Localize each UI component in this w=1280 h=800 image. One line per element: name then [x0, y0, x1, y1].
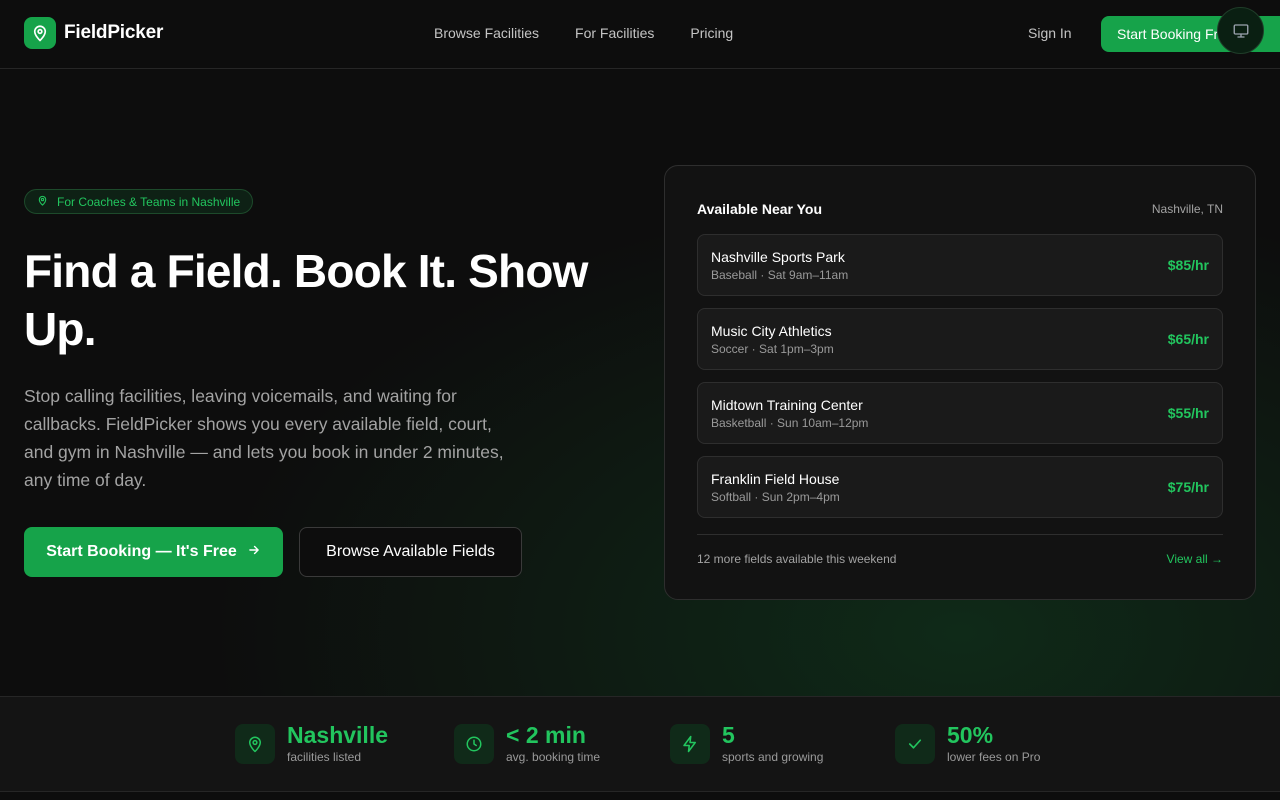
card-title: Available Near You	[697, 201, 823, 217]
available-fields-card: Available Near You Nashville, TN Nashvil…	[664, 165, 1256, 600]
nav-links: Browse Facilities For Facilities Pricing	[434, 25, 733, 41]
facility-name: Midtown Training Center	[711, 397, 863, 413]
facility-item[interactable]: Nashville Sports Park Baseball · Sat 9am…	[697, 234, 1223, 296]
facility-price: $85/hr	[1167, 257, 1209, 273]
facility-name: Music City Athletics	[711, 323, 832, 339]
start-booking-label: Start Booking — It's Free	[46, 543, 237, 560]
facility-price: $65/hr	[1167, 331, 1209, 347]
facility-meta: Softball · Sun 2pm–4pm	[711, 490, 840, 504]
hero-description: Stop calling facilities, leaving voicema…	[24, 386, 504, 490]
stat-label: avg. booking time	[506, 750, 601, 764]
stat-fees: 50% lower fees on Pro	[895, 723, 1040, 764]
check-icon	[895, 723, 935, 764]
facility-meta: Baseball · Sat 9am–11am	[711, 268, 849, 282]
stat-value: Nashville	[287, 722, 388, 748]
stat-value: < 2 min	[506, 722, 586, 748]
sign-in-link[interactable]: Sign In	[1028, 25, 1072, 41]
stat-label: facilities listed	[287, 750, 362, 764]
badge-text: For Coaches & Teams in Nashville	[57, 194, 241, 209]
facility-item[interactable]: Midtown Training Center Basketball · Sun…	[697, 382, 1223, 444]
stat-booking-time: < 2 min avg. booking time	[454, 723, 600, 764]
monitor-icon[interactable]	[1217, 7, 1264, 54]
map-pin-icon	[37, 195, 48, 209]
top-nav: FieldPicker Browse Facilities For Facili…	[0, 0, 1280, 69]
nav-link-for-facilities[interactable]: For Facilities	[575, 25, 654, 41]
stat-value: 50%	[947, 722, 994, 748]
hero-headline: Find a Field. Book It. Show Up.	[24, 245, 588, 355]
facility-meta: Basketball · Sun 10am–12pm	[711, 416, 869, 430]
audience-badge: For Coaches & Teams in Nashville	[24, 189, 254, 214]
clock-icon	[454, 723, 494, 764]
stat-facilities: Nashville facilities listed	[235, 723, 388, 764]
card-divider	[697, 534, 1223, 535]
facility-price: $55/hr	[1167, 405, 1209, 421]
map-pin-icon	[24, 17, 56, 49]
bottom-strip	[0, 792, 1280, 800]
lightning-icon	[670, 723, 710, 764]
map-pin-icon	[235, 723, 275, 764]
nav-link-pricing[interactable]: Pricing	[690, 25, 733, 41]
facility-name: Nashville Sports Park	[711, 249, 845, 265]
stat-label: sports and growing	[722, 750, 824, 764]
facility-price: $75/hr	[1167, 479, 1209, 495]
nav-link-browse-facilities[interactable]: Browse Facilities	[434, 25, 539, 41]
facility-item[interactable]: Franklin Field House Softball · Sun 2pm–…	[697, 456, 1223, 518]
logo[interactable]: FieldPicker	[24, 17, 163, 49]
card-location: Nashville, TN	[1151, 202, 1223, 216]
stat-sports: 5 sports and growing	[670, 723, 823, 764]
facility-item[interactable]: Music City Athletics Soccer · Sat 1pm–3p…	[697, 308, 1223, 370]
stats-bar: Nashville facilities listed < 2 min avg.…	[0, 696, 1280, 792]
view-all-link[interactable]: View all →	[1167, 552, 1223, 566]
facility-name: Franklin Field House	[711, 471, 840, 487]
stat-label: lower fees on Pro	[947, 750, 1041, 764]
more-fields-text: 12 more fields available this weekend	[697, 552, 897, 566]
arrow-right-icon	[247, 543, 261, 562]
browse-fields-button[interactable]: Browse Available Fields	[299, 527, 522, 577]
brand-name: FieldPicker	[64, 22, 164, 43]
stat-value: 5	[722, 722, 735, 748]
facility-meta: Soccer · Sat 1pm–3pm	[711, 342, 834, 356]
start-booking-button[interactable]: Start Booking — It's Free	[24, 527, 283, 577]
